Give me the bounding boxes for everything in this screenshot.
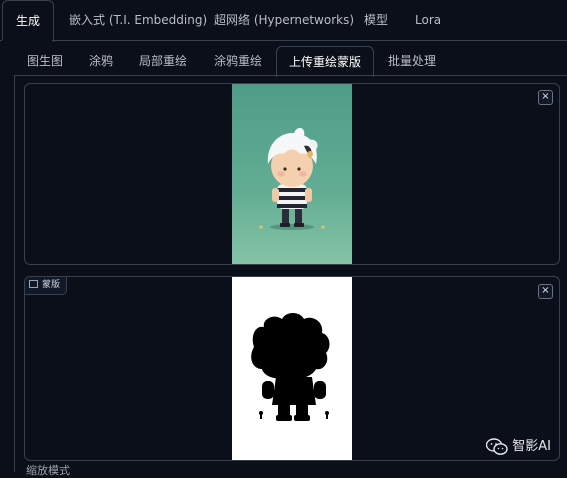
mask-label: 蒙版 [25,277,68,295]
watermark: 智影AI [486,436,551,458]
uploaded-image [232,84,352,264]
close-mask-button[interactable]: × [538,284,553,299]
top-tab-divider [0,40,567,41]
image-upload-panel[interactable]: × [24,83,560,265]
tab-model[interactable]: 模型 [364,0,388,40]
mask-label-text: 蒙版 [42,280,61,290]
close-image-button[interactable]: × [538,90,553,105]
tab-inpaint-sketch[interactable]: 涂鸦重绘 [214,48,262,74]
top-tab-bar: 生成 嵌入式 (T.I. Embedding) 超网络 (Hypernetwor… [0,0,567,42]
tab-generate[interactable]: 生成 [2,0,55,42]
mask-upload-panel[interactable]: 蒙版 × [24,276,560,461]
tab-sketch[interactable]: 涂鸦 [89,48,113,74]
mask-image [232,277,352,460]
tab-inpaint-upload[interactable]: 上传重绘蒙版 [276,46,375,77]
resize-mode-label: 缩放模式 [26,464,70,477]
tab-lora[interactable]: Lora [415,0,441,40]
wechat-icon [486,437,508,455]
active-tab-gap [2,40,52,42]
watermark-text: 智影AI [512,439,551,454]
tab-embedding[interactable]: 嵌入式 (T.I. Embedding) [69,0,207,40]
tab-inpaint[interactable]: 局部重绘 [139,48,187,74]
image-icon [29,280,38,288]
tab-batch[interactable]: 批量处理 [388,48,436,74]
tab-hypernetworks[interactable]: 超网络 (Hypernetworks) [214,0,354,40]
tab-img2img[interactable]: 图生图 [27,48,63,74]
sub-tab-bar: 图生图 涂鸦 局部重绘 涂鸦重绘 上传重绘蒙版 批量处理 [0,46,567,77]
